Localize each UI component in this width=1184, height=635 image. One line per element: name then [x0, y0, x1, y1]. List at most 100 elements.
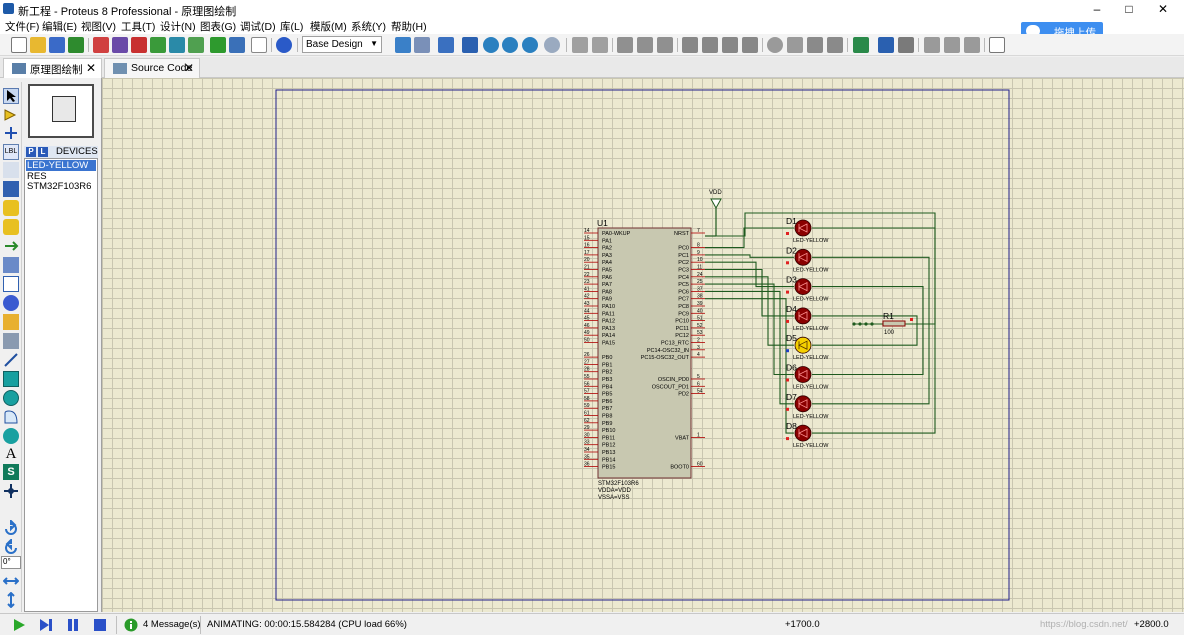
rotate-clockwise-icon[interactable] — [3, 518, 19, 536]
led-d5[interactable]: D5 LED-YELLOW — [786, 333, 829, 361]
new-sheet-icon[interactable] — [924, 37, 940, 53]
maximize-button[interactable]: □ — [1112, 0, 1146, 18]
rotate-anticlockwise-icon[interactable] — [3, 537, 19, 555]
menu-edit[interactable]: 编辑(E) — [41, 19, 78, 34]
grid-toggle-icon[interactable] — [414, 37, 430, 53]
vsm-studio-icon[interactable] — [229, 37, 245, 53]
tab-schematic-capture[interactable]: 原理图绘制 ✕ — [3, 58, 102, 78]
decompose-icon[interactable] — [827, 37, 843, 53]
junction-dot-mode-icon[interactable] — [3, 125, 19, 141]
menu-file[interactable]: 文件(F) — [4, 19, 40, 34]
led-d4[interactable]: D4 LED-YELLOW — [786, 304, 829, 332]
minimize-button[interactable]: – — [1080, 0, 1114, 18]
block-rotate-icon[interactable] — [722, 37, 738, 53]
menu-tools[interactable]: 工具(T) — [120, 19, 156, 34]
led-d6[interactable]: D6 LED-YELLOW — [786, 363, 829, 391]
zoom-in-icon[interactable] — [483, 37, 499, 53]
design-explorer-icon[interactable] — [188, 37, 204, 53]
circle-mode-icon[interactable] — [3, 390, 19, 406]
cut-icon[interactable] — [617, 37, 633, 53]
graph-mode-icon[interactable] — [3, 257, 19, 273]
text-mode-icon[interactable]: A — [3, 446, 19, 462]
tape-recorder-mode-icon[interactable] — [3, 276, 19, 292]
refresh-icon[interactable] — [395, 37, 411, 53]
close-button[interactable]: ✕ — [1146, 0, 1180, 18]
open-folder-icon[interactable] — [30, 37, 46, 53]
terminals-mode-icon[interactable] — [3, 219, 19, 235]
text-script-mode-icon[interactable] — [3, 162, 19, 178]
devices-list[interactable]: LED-YELLOW RES STM32F103R6 — [24, 158, 98, 612]
paste-icon[interactable] — [657, 37, 673, 53]
zoom-all-icon[interactable] — [522, 37, 538, 53]
led-d7[interactable]: D7 LED-YELLOW — [786, 392, 829, 420]
make-device-icon[interactable] — [787, 37, 803, 53]
symbols-mode-icon[interactable]: S — [3, 464, 19, 480]
rotation-angle-field[interactable]: 0° — [1, 556, 21, 569]
pan-icon[interactable] — [462, 37, 478, 53]
led-d3[interactable]: D3 LED-YELLOW — [786, 275, 829, 303]
info-icon[interactable] — [124, 618, 138, 632]
block-copy-icon[interactable] — [682, 37, 698, 53]
mirror-horizontal-icon[interactable] — [2, 573, 20, 589]
save-icon[interactable] — [49, 37, 65, 53]
exit-to-parent-icon[interactable] — [964, 37, 980, 53]
device-pins-mode-icon[interactable] — [3, 238, 19, 254]
property-assignment-icon[interactable] — [898, 37, 914, 53]
library-manager-button[interactable]: L — [38, 147, 48, 157]
list-item[interactable]: LED-YELLOW — [26, 160, 96, 171]
pause-icon[interactable] — [66, 618, 80, 632]
menu-system[interactable]: 系统(Y) — [350, 19, 387, 34]
undo-icon[interactable] — [572, 37, 588, 53]
vdd-terminal[interactable]: VDD — [705, 190, 722, 237]
redo-icon[interactable] — [592, 37, 608, 53]
closed-path-mode-icon[interactable] — [3, 428, 19, 444]
menu-graph[interactable]: 图表(G) — [199, 19, 237, 34]
bill-of-materials-icon[interactable] — [210, 37, 226, 53]
selection-mode-icon[interactable] — [3, 88, 19, 104]
led-d1[interactable]: D1 LED-YELLOW — [786, 216, 829, 244]
wire-label-mode-icon[interactable]: LBL — [3, 144, 19, 160]
remove-sheet-icon[interactable] — [944, 37, 960, 53]
play-icon[interactable] — [12, 618, 26, 632]
pick-devices-button[interactable]: P — [26, 147, 36, 157]
pick-device-icon[interactable] — [767, 37, 783, 53]
block-move-icon[interactable] — [702, 37, 718, 53]
tab-source-code[interactable]: Source Code ✕ — [104, 58, 200, 78]
help-icon[interactable] — [276, 37, 292, 53]
wire-autorouter-icon[interactable] — [853, 37, 869, 53]
3d-viewer-icon[interactable] — [150, 37, 166, 53]
buses-mode-icon[interactable] — [3, 181, 19, 197]
gerber-icon[interactable] — [169, 37, 185, 53]
zoom-area-icon[interactable] — [544, 37, 560, 53]
close-icon[interactable]: ✕ — [86, 61, 96, 75]
copy-icon[interactable] — [637, 37, 653, 53]
overview-preview[interactable] — [28, 84, 94, 138]
electrical-rule-check-icon[interactable] — [989, 37, 1005, 53]
design-variant-select[interactable]: Base Design ▼ — [302, 36, 382, 53]
home-icon[interactable] — [93, 37, 109, 53]
menu-design[interactable]: 设计(N) — [159, 19, 197, 34]
menu-template[interactable]: 模版(M) — [309, 19, 348, 34]
menu-help[interactable]: 帮助(H) — [390, 19, 428, 34]
new-file-icon[interactable] — [11, 37, 27, 53]
arc-mode-icon[interactable] — [3, 409, 19, 425]
led-d8[interactable]: D8 LED-YELLOW — [786, 421, 829, 449]
origin-icon[interactable] — [438, 37, 454, 53]
voltage-probe-mode-icon[interactable] — [3, 314, 19, 330]
virtual-instruments-mode-icon[interactable] — [3, 333, 19, 349]
menu-library[interactable]: 库(L) — [279, 19, 304, 34]
close-icon[interactable]: ✕ — [184, 61, 194, 75]
markers-mode-icon[interactable] — [3, 483, 19, 499]
stop-icon[interactable] — [93, 618, 107, 632]
schematic-icon[interactable] — [112, 37, 128, 53]
list-item[interactable]: STM32F103R6 — [26, 181, 96, 192]
packaging-tool-icon[interactable] — [807, 37, 823, 53]
block-delete-icon[interactable] — [742, 37, 758, 53]
resistor-r1[interactable]: R1 100 — [882, 311, 906, 336]
generator-mode-icon[interactable] — [3, 295, 19, 311]
step-icon[interactable] — [39, 618, 53, 632]
search-tag-icon[interactable] — [878, 37, 894, 53]
menu-view[interactable]: 视图(V) — [80, 19, 117, 34]
box-mode-icon[interactable] — [3, 371, 19, 387]
import-icon[interactable] — [68, 37, 84, 53]
